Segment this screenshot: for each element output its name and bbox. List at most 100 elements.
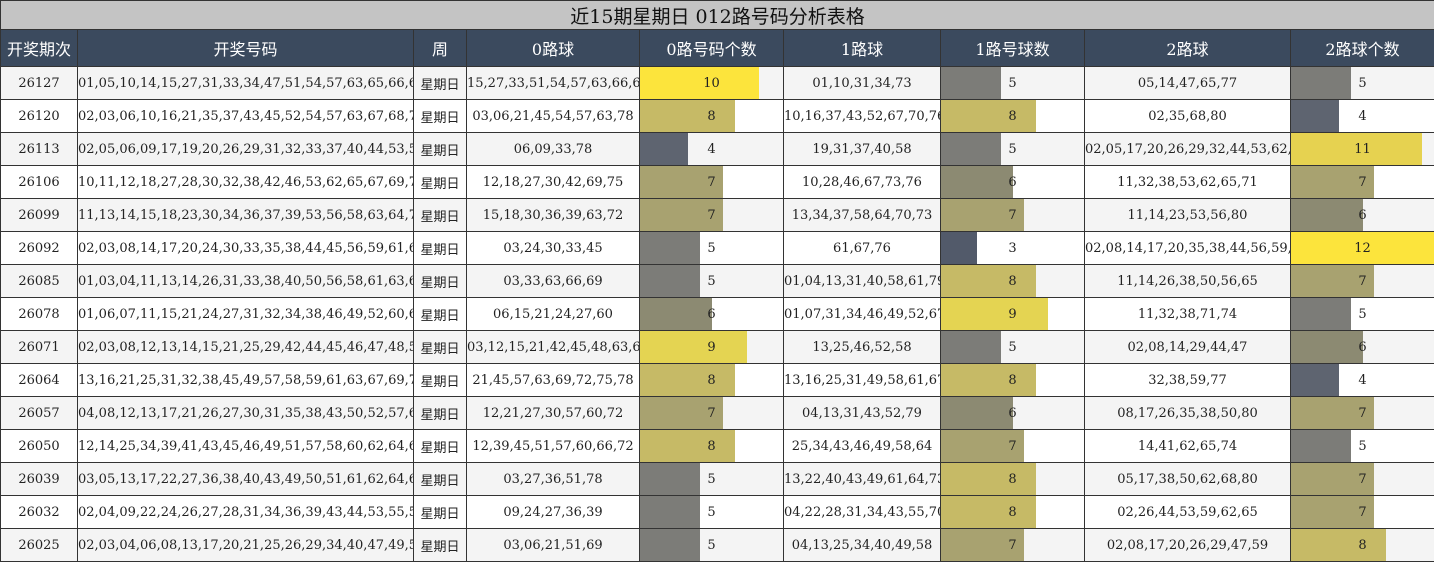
numbers-cell: 02,05,06,09,17,19,20,26,29,31,32,33,37,4… — [77, 132, 414, 166]
header-numbers: 开奖号码 — [77, 29, 414, 67]
route2-count-cell: 6 — [1289, 198, 1434, 232]
count-bar — [640, 364, 736, 396]
route0-count-cell: 7 — [639, 198, 784, 232]
route1-balls-cell: 10,28,46,67,73,76 — [783, 165, 941, 199]
count-bar — [1291, 298, 1351, 330]
route0-balls-cell: 15,18,30,36,39,63,72 — [466, 198, 640, 232]
numbers-cell: 02,03,06,10,16,21,35,37,43,45,52,54,57,6… — [77, 99, 414, 133]
route2-count-cell: 8 — [1289, 528, 1434, 562]
count-bar — [640, 133, 688, 165]
analysis-table: 近15期星期日 012路号码分析表格 开奖期次 开奖号码 周 0路球 0路号码个… — [0, 0, 1434, 562]
count-bar — [640, 529, 700, 561]
route1-count-cell: 5 — [940, 132, 1085, 166]
header-route2-balls: 2路球 — [1084, 29, 1291, 67]
count-bar — [640, 298, 712, 330]
table-row: 26050 12,14,25,34,39,41,43,45,46,49,51,57… — [0, 429, 1434, 463]
week-cell: 星期日 — [413, 165, 467, 199]
count-bar — [941, 166, 1013, 198]
route0-balls-cell: 03,24,30,33,45 — [466, 231, 640, 265]
route0-count-cell: 5 — [639, 231, 784, 265]
route0-count-cell: 7 — [639, 396, 784, 430]
count-bar — [640, 232, 700, 264]
count-bar — [640, 100, 736, 132]
route1-balls-cell: 13,16,25,31,49,58,61,67 — [783, 363, 941, 397]
count-value: 5 — [707, 537, 716, 553]
route1-balls-cell: 01,04,13,31,40,58,61,79 — [783, 264, 941, 298]
table-row: 26025 02,03,04,06,08,13,17,20,21,25,26,29… — [0, 528, 1434, 562]
count-value: 7 — [1008, 537, 1017, 553]
route0-balls-cell: 03,27,36,51,78 — [466, 462, 640, 496]
period-cell: 26032 — [0, 495, 78, 529]
count-value: 9 — [1008, 306, 1017, 322]
week-cell: 星期日 — [413, 231, 467, 265]
route0-balls-cell: 03,33,63,66,69 — [466, 264, 640, 298]
count-value: 3 — [1008, 240, 1017, 256]
period-cell: 26039 — [0, 462, 78, 496]
count-bar — [640, 496, 700, 528]
route1-count-cell: 7 — [940, 528, 1085, 562]
route1-balls-cell: 25,34,43,46,49,58,64 — [783, 429, 941, 463]
period-cell: 26057 — [0, 396, 78, 430]
period-cell: 26092 — [0, 231, 78, 265]
header-route1-balls: 1路球 — [783, 29, 941, 67]
count-bar — [941, 364, 1037, 396]
table-row: 26120 02,03,06,10,16,21,35,37,43,45,52,54… — [0, 99, 1434, 133]
route2-count-cell: 5 — [1289, 297, 1434, 331]
count-value: 7 — [1358, 174, 1367, 190]
count-value: 7 — [1008, 207, 1017, 223]
count-bar — [640, 463, 700, 495]
count-value: 4 — [1358, 108, 1367, 124]
table-title: 近15期星期日 012路号码分析表格 — [0, 0, 1434, 30]
week-cell: 星期日 — [413, 396, 467, 430]
route1-count-cell: 6 — [940, 396, 1085, 430]
week-cell: 星期日 — [413, 264, 467, 298]
numbers-cell: 02,03,08,12,13,14,15,21,25,29,42,44,45,4… — [77, 330, 414, 364]
route2-balls-cell: 11,32,38,71,74 — [1084, 297, 1291, 331]
route1-count-cell: 8 — [940, 495, 1085, 529]
route1-count-cell: 8 — [940, 462, 1085, 496]
week-cell: 星期日 — [413, 66, 467, 100]
count-value: 5 — [707, 504, 716, 520]
route1-count-cell: 5 — [940, 330, 1085, 364]
route0-count-cell: 5 — [639, 462, 784, 496]
table-row: 26032 02,04,09,22,24,26,27,28,31,34,36,39… — [0, 495, 1434, 529]
count-value: 5 — [707, 471, 716, 487]
header-row: 开奖期次 开奖号码 周 0路球 0路号码个数 1路球 1路号球数 2路球 2路球… — [0, 29, 1434, 67]
table-row: 26099 11,13,14,15,18,23,30,34,36,37,39,53… — [0, 198, 1434, 232]
route2-balls-cell: 11,32,38,53,62,65,71 — [1084, 165, 1291, 199]
route0-balls-cell: 03,12,15,21,42,45,48,63,66 — [466, 330, 640, 364]
period-cell: 26078 — [0, 297, 78, 331]
numbers-cell: 01,05,10,14,15,27,31,33,34,47,51,54,57,6… — [77, 66, 414, 100]
count-value: 8 — [707, 372, 716, 388]
header-route0-count: 0路号码个数 — [639, 29, 784, 67]
table-row: 26057 04,08,12,13,17,21,26,27,30,31,35,38… — [0, 396, 1434, 430]
period-cell: 26106 — [0, 165, 78, 199]
count-value: 6 — [1008, 174, 1017, 190]
numbers-cell: 01,06,07,11,15,21,24,27,31,32,34,38,46,4… — [77, 297, 414, 331]
count-value: 11 — [1354, 141, 1371, 157]
count-value: 4 — [1358, 372, 1367, 388]
count-value: 5 — [1358, 75, 1367, 91]
route2-count-cell: 5 — [1289, 429, 1434, 463]
period-cell: 26064 — [0, 363, 78, 397]
header-period: 开奖期次 — [0, 29, 78, 67]
count-bar — [941, 298, 1049, 330]
route2-count-cell: 7 — [1289, 396, 1434, 430]
period-cell: 26050 — [0, 429, 78, 463]
route1-balls-cell: 01,10,31,34,73 — [783, 66, 941, 100]
count-value: 5 — [1358, 306, 1367, 322]
route0-balls-cell: 12,18,27,30,42,69,75 — [466, 165, 640, 199]
count-value: 4 — [707, 141, 716, 157]
route0-balls-cell: 06,15,21,24,27,60 — [466, 297, 640, 331]
count-value: 10 — [703, 75, 720, 91]
route2-balls-cell: 02,26,44,53,59,62,65 — [1084, 495, 1291, 529]
count-value: 6 — [707, 306, 716, 322]
route0-balls-cell: 15,27,33,51,54,57,63,66,69,78 — [466, 66, 640, 100]
route2-balls-cell: 05,14,47,65,77 — [1084, 66, 1291, 100]
route0-balls-cell: 12,21,27,30,57,60,72 — [466, 396, 640, 430]
week-cell: 星期日 — [413, 99, 467, 133]
week-cell: 星期日 — [413, 363, 467, 397]
route1-count-cell: 3 — [940, 231, 1085, 265]
count-value: 8 — [1358, 537, 1367, 553]
numbers-cell: 13,16,21,25,31,32,38,45,49,57,58,59,61,6… — [77, 363, 414, 397]
